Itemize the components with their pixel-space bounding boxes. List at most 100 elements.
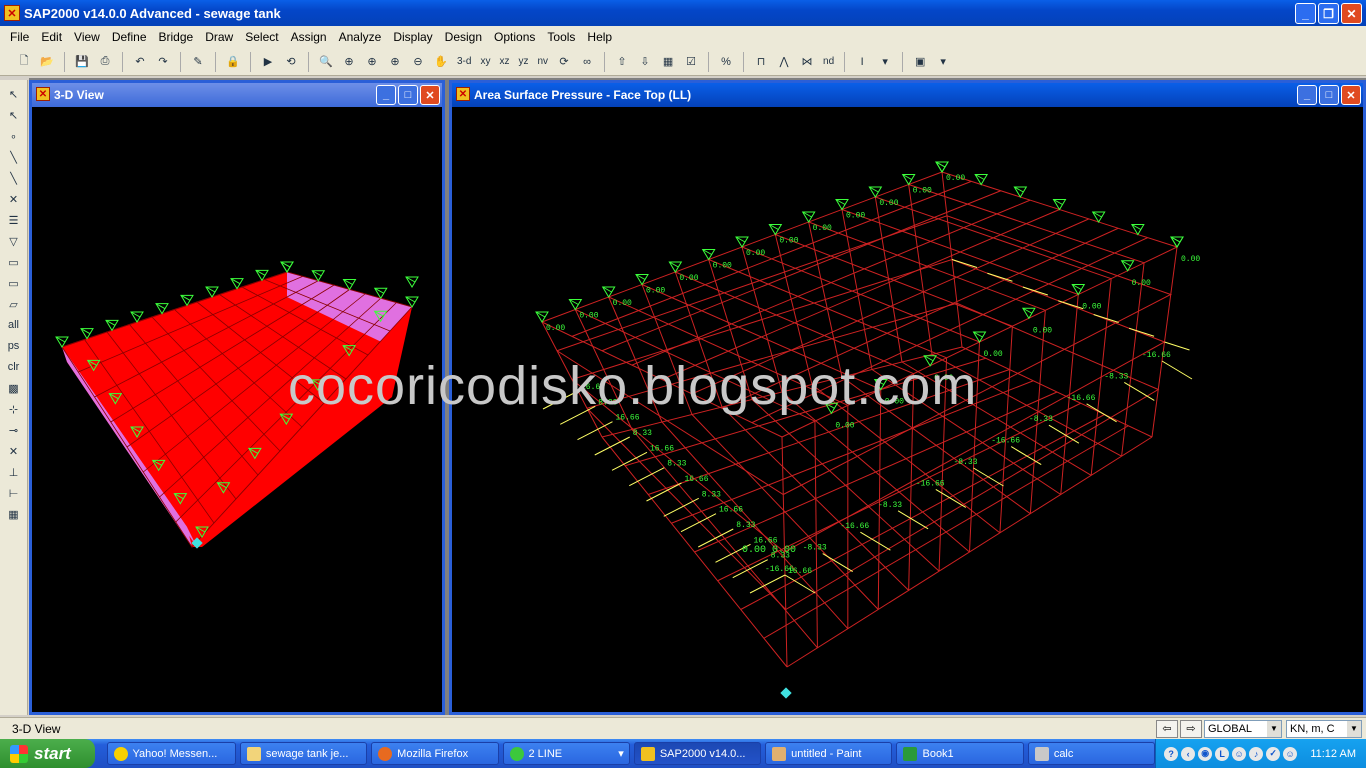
units-select[interactable]: KN, m, C ▼ <box>1286 719 1362 738</box>
view-xy-button[interactable]: xy <box>477 56 493 67</box>
snap-joints-icon[interactable]: ⊹ <box>3 399 25 419</box>
menu-display[interactable]: Display <box>387 30 438 44</box>
section-icon[interactable]: I <box>852 52 872 72</box>
redo-icon[interactable]: ↷ <box>153 52 173 72</box>
restore-button[interactable]: ❐ <box>1318 3 1339 24</box>
snap-intersection-icon[interactable]: ✕ <box>3 441 25 461</box>
run-analysis-icon[interactable]: ▶ <box>258 52 278 72</box>
down-arrow-icon[interactable]: ⇩ <box>635 52 655 72</box>
start-button[interactable]: start <box>0 739 95 768</box>
menu-design[interactable]: Design <box>439 30 488 44</box>
back-arrow-icon[interactable]: ‹ <box>1181 746 1196 761</box>
close-button[interactable]: ✕ <box>1341 3 1362 24</box>
draw-joint-icon[interactable]: ∘ <box>3 126 25 146</box>
select-grid-icon[interactable]: ▦ <box>658 52 678 72</box>
frame-icon[interactable]: ⊓ <box>751 52 771 72</box>
zoom-full-icon[interactable]: ⊕ <box>339 52 359 72</box>
network-icon[interactable]: ◉ <box>1198 746 1213 761</box>
intersect-select-icon[interactable]: ▩ <box>3 378 25 398</box>
menu-define[interactable]: Define <box>106 30 153 44</box>
menu-draw[interactable]: Draw <box>199 30 239 44</box>
menu-assign[interactable]: Assign <box>285 30 333 44</box>
lock-icon[interactable]: 🔒 <box>223 52 243 72</box>
3d-view-canvas[interactable] <box>32 107 442 712</box>
task-sap2000[interactable]: SAP2000 v14.0... <box>633 742 762 765</box>
save-icon[interactable]: 💾 <box>72 52 92 72</box>
pane-minimize-button[interactable]: _ <box>376 85 396 105</box>
view-xz-button[interactable]: xz <box>496 56 512 67</box>
quick-area-icon[interactable]: ▭ <box>3 273 25 293</box>
zoom-window-icon[interactable]: 🔍 <box>316 52 336 72</box>
3d-view-title-bar[interactable]: ✕ 3-D View _ □ ✕ <box>32 83 442 107</box>
pane-maximize-button[interactable]: □ <box>1319 85 1339 105</box>
3d-view-window[interactable]: ✕ 3-D View _ □ ✕ <box>29 80 445 715</box>
select-all-button[interactable]: all <box>3 315 25 335</box>
pan-icon[interactable]: ✋ <box>431 52 451 72</box>
task-calc[interactable]: calc <box>1027 742 1156 765</box>
dropdown-arrow-icon[interactable]: ▾ <box>875 52 895 72</box>
previous-selection-button[interactable]: ps <box>3 336 25 356</box>
pane-minimize-button[interactable]: _ <box>1297 85 1317 105</box>
truss-icon[interactable]: ⋀ <box>774 52 794 72</box>
percent-icon[interactable]: % <box>716 52 736 72</box>
draw-frame-quick-icon[interactable]: ╲ <box>3 168 25 188</box>
bracing-icon[interactable]: ⋈ <box>797 52 817 72</box>
menu-select[interactable]: Select <box>239 30 284 44</box>
open-file-icon[interactable]: 📂 <box>37 52 57 72</box>
pointer-icon[interactable]: ↖ <box>3 84 25 104</box>
pencil-icon[interactable]: ✎ <box>188 52 208 72</box>
new-file-icon[interactable]: 🗋 <box>14 52 34 72</box>
pane-close-button[interactable]: ✕ <box>420 85 440 105</box>
task-sewage-tank-folder[interactable]: sewage tank je... <box>239 742 368 765</box>
snap-perpendicular-icon[interactable]: ⊥ <box>3 462 25 482</box>
next-view-icon[interactable]: ⇨ <box>1180 719 1202 738</box>
view-nv-button[interactable]: nv <box>534 56 551 67</box>
pane-close-button[interactable]: ✕ <box>1341 85 1361 105</box>
task-excel-book1[interactable]: Book1 <box>896 742 1024 765</box>
security-icon[interactable]: ✓ <box>1266 746 1281 761</box>
draw-grid-icon[interactable]: ☰ <box>3 210 25 230</box>
menu-help[interactable]: Help <box>581 30 618 44</box>
snap-fine-grid-icon[interactable]: ▦ <box>3 504 25 524</box>
zoom-in-step-icon[interactable]: ⊕ <box>385 52 405 72</box>
perspective-icon[interactable]: ∞ <box>577 52 597 72</box>
task-line-group[interactable]: 2 LINE ▾ <box>502 742 630 765</box>
task-mozilla-firefox[interactable]: Mozilla Firefox <box>371 742 499 765</box>
menu-view[interactable]: View <box>68 30 106 44</box>
view-yz-button[interactable]: yz <box>515 56 531 67</box>
draw-solid-icon[interactable]: ▱ <box>3 294 25 314</box>
menu-analyze[interactable]: Analyze <box>333 30 388 44</box>
up-arrow-icon[interactable]: ⇧ <box>612 52 632 72</box>
menu-bridge[interactable]: Bridge <box>153 30 200 44</box>
reshape-pointer-icon[interactable]: ↖ <box>3 105 25 125</box>
volume-icon[interactable]: ♪ <box>1249 746 1264 761</box>
help-icon[interactable]: ? <box>1164 746 1179 761</box>
coord-system-select[interactable]: GLOBAL ▼ <box>1204 719 1282 738</box>
previous-view-icon[interactable]: ⇦ <box>1156 719 1178 738</box>
refresh-icon[interactable]: ⟳ <box>554 52 574 72</box>
clear-selection-button[interactable]: clr <box>3 357 25 377</box>
draw-frame-icon[interactable]: ╲ <box>3 147 25 167</box>
zoom-out-icon[interactable]: ⊖ <box>408 52 428 72</box>
menu-file[interactable]: File <box>4 30 35 44</box>
pressure-view-canvas[interactable]: 0.00 0.00 0.00 0.00 0.00 0.00 0.00 0.00 0.00 0.00… <box>452 107 1363 712</box>
menu-tools[interactable]: Tools <box>541 30 581 44</box>
display-options-icon[interactable]: ▣ <box>910 52 930 72</box>
dropdown-arrow-icon[interactable]: ▾ <box>933 52 953 72</box>
line-tray-icon[interactable]: L <box>1215 746 1230 761</box>
view-3d-button[interactable]: 3-d <box>454 56 474 67</box>
messenger-tray-icon[interactable]: ☺ <box>1232 746 1247 761</box>
minimize-button[interactable]: _ <box>1295 3 1316 24</box>
pane-maximize-button[interactable]: □ <box>398 85 418 105</box>
print-icon[interactable]: ⎙ <box>95 52 115 72</box>
draw-brace-icon[interactable]: ✕ <box>3 189 25 209</box>
menu-options[interactable]: Options <box>488 30 541 44</box>
pressure-view-title-bar[interactable]: ✕ Area Surface Pressure - Face Top (LL) … <box>452 83 1363 107</box>
draw-area-icon[interactable]: ▽ <box>3 231 25 251</box>
menu-edit[interactable]: Edit <box>35 30 68 44</box>
snap-ends-icon[interactable]: ⊸ <box>3 420 25 440</box>
yahoo-tray-icon[interactable]: ☺ <box>1283 746 1298 761</box>
undo-icon[interactable]: ↶ <box>130 52 150 72</box>
pressure-view-window[interactable]: ✕ Area Surface Pressure - Face Top (LL) … <box>449 80 1366 715</box>
checkbox-icon[interactable]: ☑ <box>681 52 701 72</box>
